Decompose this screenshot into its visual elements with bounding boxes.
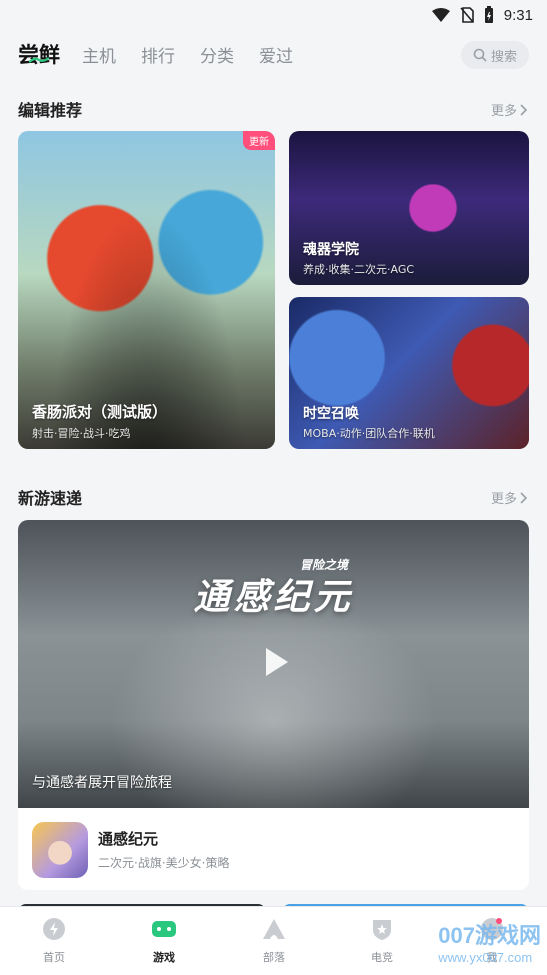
- watermark-url: www.yx007.com: [438, 950, 533, 965]
- status-icons: 9:31: [431, 6, 533, 24]
- game-card-shikong[interactable]: 时空召唤 MOBA·动作·团队合作·联机: [289, 297, 529, 449]
- featured-video-thumbnail[interactable]: 冒险之境 通感纪元 与通感者展开冒险旅程: [18, 520, 529, 808]
- nav-label: 游戏: [153, 951, 175, 964]
- nav-label: 电竞: [371, 951, 393, 964]
- more-label: 更多: [490, 492, 517, 507]
- nav-home[interactable]: 首页: [24, 917, 84, 965]
- featured-caption: 与通感者展开冒险旅程: [32, 775, 172, 791]
- game-tags: 养成·收集·二次元·AGC: [303, 263, 415, 276]
- nav-label: 首页: [43, 951, 65, 964]
- app-icon: [32, 822, 88, 878]
- tribe-icon: [263, 919, 285, 939]
- search-box[interactable]: 搜索: [461, 41, 529, 69]
- game-tags: MOBA·动作·团队合作·联机: [303, 427, 435, 440]
- watermark-main: 007游戏网: [438, 923, 541, 948]
- esports-icon: [373, 920, 391, 940]
- tab-changxian[interactable]: 尝鲜: [18, 39, 60, 69]
- update-badge: 更新: [243, 131, 275, 150]
- game-title: 时空召唤: [303, 406, 359, 422]
- app-tags: 二次元·战旗·美少女·策略: [98, 856, 230, 870]
- nav-tribe[interactable]: 部落: [244, 917, 304, 965]
- game-title: 魂器学院: [303, 242, 359, 258]
- search-icon: [473, 48, 487, 62]
- section-title-editor: 编辑推荐: [18, 101, 83, 120]
- tab-zhuji[interactable]: 主机: [82, 42, 116, 67]
- nav-label: 部落: [263, 951, 285, 964]
- chevron-right-icon: [520, 491, 527, 504]
- more-link-newgames[interactable]: 更多: [491, 488, 527, 507]
- watermark: 007游戏网 www.yx007.com: [438, 918, 541, 965]
- play-icon[interactable]: [254, 642, 294, 682]
- featured-app-info[interactable]: 通感纪元 二次元·战旗·美少女·策略: [18, 808, 529, 890]
- gamepad-icon: [152, 921, 176, 937]
- status-bar: 9:31: [0, 0, 547, 30]
- more-link-editor[interactable]: 更多: [491, 100, 527, 119]
- section-title-newgames: 新游速递: [18, 489, 83, 508]
- no-sim-icon: [460, 7, 474, 23]
- app-name: 通感纪元: [98, 830, 159, 848]
- game-title: 香肠派对（测试版）: [32, 403, 168, 421]
- tab-paihang[interactable]: 排行: [141, 42, 175, 67]
- home-icon: [43, 918, 65, 940]
- tab-aiguo[interactable]: 爱过: [259, 42, 293, 67]
- battery-icon: [484, 6, 493, 23]
- wifi-icon: [431, 8, 450, 22]
- game-card-hunqi[interactable]: 魂器学院 养成·收集·二次元·AGC: [289, 131, 529, 285]
- nav-games[interactable]: 游戏: [134, 917, 194, 965]
- chevron-right-icon: [520, 103, 527, 116]
- game-card-xiangchang[interactable]: 更新 香肠派对（测试版） 射击·冒险·战斗·吃鸡: [18, 131, 275, 449]
- more-label: 更多: [490, 104, 517, 119]
- tab-fenlei[interactable]: 分类: [200, 42, 234, 67]
- search-placeholder: 搜索: [490, 49, 517, 65]
- featured-game-card[interactable]: 冒险之境 通感纪元 与通感者展开冒险旅程 通感纪元 二次元·战旗·美少女·策略: [18, 520, 529, 890]
- game-logo-text: 通感纪元: [193, 577, 354, 618]
- status-time: 9:31: [503, 6, 533, 24]
- game-tags: 射击·冒险·战斗·吃鸡: [32, 427, 131, 440]
- active-tab-indicator: [28, 57, 50, 63]
- nav-esports[interactable]: 电竞: [352, 917, 412, 965]
